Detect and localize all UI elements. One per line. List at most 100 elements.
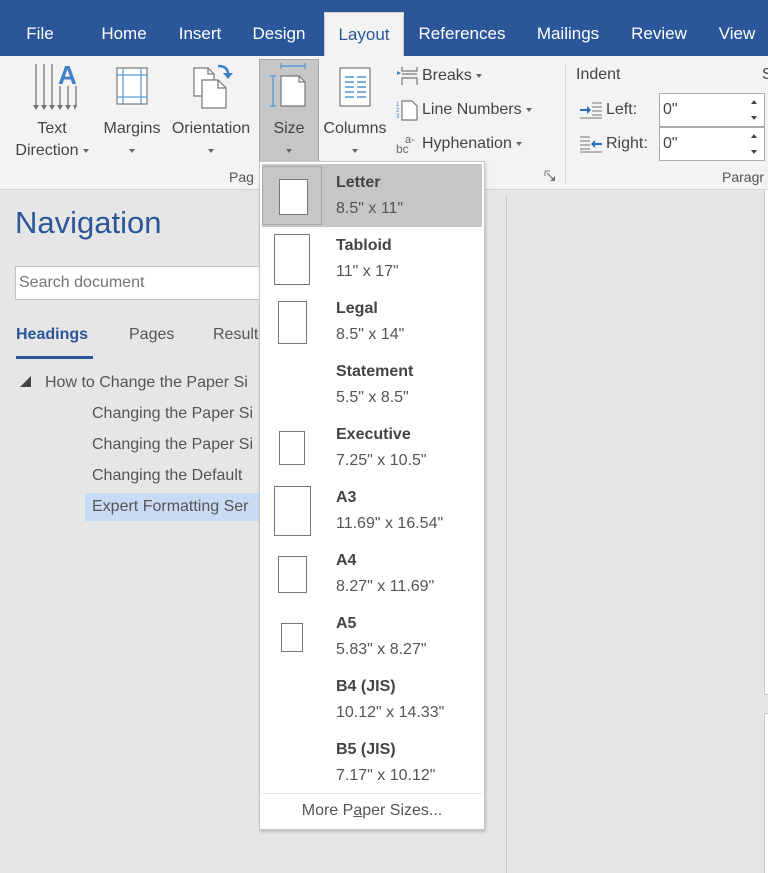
paper-size-dimensions: 7.17" x 10.12": [336, 767, 436, 784]
paper-size-item-b5-jis[interactable]: B5 (JIS) 7.17" x 10.12": [262, 731, 482, 794]
paper-thumbnail-icon: [278, 301, 307, 344]
indent-right-spinbox[interactable]: 0": [659, 127, 765, 161]
text-direction-button[interactable]: A Text Direction: [6, 60, 98, 164]
paper-size-item-letter[interactable]: Letter 8.5" x 11": [262, 164, 482, 227]
paper-thumb-wrap: [262, 355, 322, 414]
paper-size-item-tabloid[interactable]: Tabloid 11" x 17": [262, 227, 482, 290]
size-label: Size: [273, 120, 305, 137]
paper-thumb-wrap: [262, 481, 322, 540]
nav-tab-results[interactable]: Result: [213, 326, 258, 344]
heading-item[interactable]: Changing the Paper Si: [92, 400, 253, 428]
paper-thumb-wrap: [262, 607, 322, 666]
paper-size-name: B4 (JIS): [336, 678, 396, 695]
heading-item[interactable]: How to Change the Paper Si: [45, 369, 248, 397]
paper-size-dimensions: 8.27" x 11.69": [336, 578, 435, 595]
paper-size-item-legal[interactable]: Legal 8.5" x 14": [262, 290, 482, 353]
search-document-input[interactable]: [15, 266, 275, 300]
svg-text:3: 3: [396, 114, 400, 120]
paper-thumb-wrap: [262, 544, 322, 603]
spin-arrows-icon[interactable]: [750, 132, 758, 156]
paper-thumb-wrap: [262, 418, 322, 477]
tab-review[interactable]: Review: [622, 12, 696, 56]
dropdown-caret-icon: [515, 141, 522, 146]
nav-tab-pages[interactable]: Pages: [129, 326, 174, 344]
paper-size-item-executive[interactable]: Executive 7.25" x 10.5": [262, 416, 482, 479]
group-separator: [565, 64, 566, 184]
paper-size-item-a4[interactable]: A4 8.27" x 11.69": [262, 542, 482, 605]
indent-left-spinbox[interactable]: 0": [659, 93, 765, 127]
indent-left-icon: [580, 102, 602, 119]
paper-size-dimensions: 11" x 17": [336, 263, 399, 280]
hyphenation-icon: bc a-: [396, 134, 415, 156]
columns-caret-wrap: [320, 140, 390, 162]
nav-tab-headings[interactable]: Headings: [16, 326, 88, 344]
columns-button[interactable]: Columns: [320, 60, 390, 164]
heading-item-selected[interactable]: Expert Formatting Ser: [85, 493, 265, 521]
hyphenation-button[interactable]: bc a- Hyphenation: [396, 131, 522, 157]
heading-item[interactable]: Changing the Paper Si: [92, 431, 253, 459]
indent-left-label-row: Left:: [580, 94, 637, 126]
text-direction-label-1: Text: [37, 120, 67, 137]
tab-file[interactable]: File: [14, 12, 66, 56]
paper-size-name: Statement: [336, 363, 414, 380]
menu-separator: [262, 793, 482, 794]
paper-size-dimensions: 5.83" x 8.27": [336, 641, 427, 658]
hyphenation-label: Hyphenation: [422, 135, 512, 152]
size-button[interactable]: Size: [259, 59, 319, 162]
paper-size-name: A5: [336, 615, 357, 632]
svg-text:A: A: [58, 60, 77, 90]
more-suffix: per Sizes...: [362, 802, 443, 819]
paper-size-name: A4: [336, 552, 357, 569]
tab-home[interactable]: Home: [92, 12, 156, 56]
line-numbers-button[interactable]: 1 2 3 Line Numbers: [396, 97, 532, 123]
margins-button[interactable]: Margins: [98, 60, 166, 164]
paper-size-dimensions: 10.12" x 14.33": [336, 704, 445, 721]
dropdown-caret-icon: [208, 148, 214, 153]
paper-size-dimensions: 11.69" x 16.54": [336, 515, 444, 532]
paper-size-menu: Letter 8.5" x 11" Tabloid 11" x 17" Legal 8.5…: [259, 161, 485, 830]
tab-design[interactable]: Design: [245, 12, 313, 56]
paper-thumb-wrap: [262, 292, 322, 351]
spin-arrows-icon[interactable]: [750, 98, 758, 122]
heading-item[interactable]: Changing the Default: [92, 462, 242, 490]
paper-thumb-wrap: [262, 229, 322, 288]
paper-thumbnail-icon: [274, 486, 311, 536]
tab-mailings[interactable]: Mailings: [527, 12, 609, 56]
orientation-button[interactable]: Orientation: [166, 60, 256, 164]
paper-size-item-a3[interactable]: A3 11.69" x 16.54": [262, 479, 482, 542]
active-tab-indicator: [16, 356, 93, 359]
tab-view[interactable]: View: [709, 12, 765, 56]
paper-size-dimensions: 5.5" x 8.5": [336, 389, 409, 406]
columns-label: Columns: [323, 120, 387, 137]
tab-insert[interactable]: Insert: [170, 12, 230, 56]
paper-size-item-b4-jis[interactable]: B4 (JIS) 10.12" x 14.33": [262, 668, 482, 731]
tab-layout[interactable]: Layout: [324, 12, 404, 56]
more-prefix: More P: [301, 802, 354, 819]
svg-text:a-: a-: [405, 134, 415, 146]
paper-size-dimensions: 7.25" x 10.5": [336, 452, 427, 469]
collapse-triangle-icon[interactable]: [20, 376, 31, 387]
indent-right-icon: [580, 136, 602, 153]
breaks-icon: [397, 66, 418, 85]
breaks-button[interactable]: Breaks: [396, 63, 482, 89]
spacing-title-cut: S: [762, 66, 768, 83]
orientation-caret-wrap: [166, 140, 256, 162]
navigation-title: Navigation: [15, 205, 162, 240]
indent-right-value: 0": [663, 135, 678, 152]
dropdown-caret-icon: [352, 148, 358, 153]
document-page-edge: [764, 190, 768, 695]
breaks-label: Breaks: [422, 67, 472, 84]
more-paper-sizes-item[interactable]: More Paper Sizes...: [260, 802, 484, 820]
page-size-icon: [270, 63, 306, 107]
tab-references[interactable]: References: [412, 12, 512, 56]
paper-size-item-a5[interactable]: A5 5.83" x 8.27": [262, 605, 482, 668]
dropdown-caret-icon: [286, 148, 292, 153]
paper-size-item-statement[interactable]: Statement 5.5" x 8.5": [262, 353, 482, 416]
page-setup-dialog-launcher-icon[interactable]: [544, 170, 556, 182]
paper-size-dimensions: 8.5" x 11": [336, 200, 404, 217]
paper-size-name: Tabloid: [336, 237, 392, 254]
paper-thumb-wrap: [262, 733, 322, 792]
size-caret-wrap: [260, 140, 318, 162]
page-boundary-line: [506, 195, 507, 873]
paper-thumbnail-icon: [274, 234, 310, 285]
